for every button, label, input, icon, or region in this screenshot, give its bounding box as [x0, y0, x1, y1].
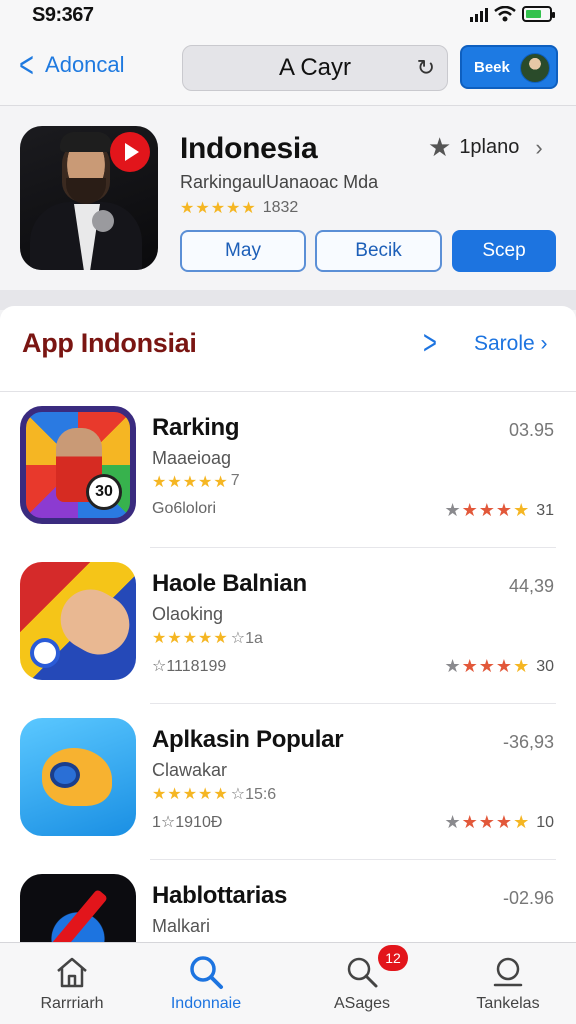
- profile-icon: [490, 953, 526, 991]
- tab-label: Indonnaie: [170, 995, 242, 1012]
- back-button[interactable]: < Adoncal: [16, 44, 125, 85]
- play-icon: [110, 132, 150, 172]
- nav-bar: < Adoncal A Cayr ↻ Beek: [0, 32, 576, 106]
- app-size: -36,93: [502, 732, 554, 752]
- app-score: ★★★★★ 30: [444, 656, 555, 676]
- app-size: -02.96: [502, 888, 554, 908]
- search-icon: [344, 953, 380, 991]
- app-score: ★★★★★ 31: [444, 500, 555, 520]
- app-icon: 30: [20, 406, 136, 524]
- rating-stars: ★★★★★: [180, 200, 257, 217]
- rating-count: 1832: [262, 199, 299, 216]
- chevron-left-icon: <: [19, 44, 34, 85]
- app-section: App Indonsiai > Sarole › 30 Rarking Maae…: [0, 306, 576, 946]
- battery-icon: [522, 6, 555, 22]
- featured-rank-label: 1plano: [459, 136, 520, 158]
- app-rating: ★★★★★ ☆15:6: [152, 786, 277, 803]
- tab-home[interactable]: Rarrriarh: [0, 943, 144, 1024]
- search-icon: [187, 953, 225, 991]
- app-size: 44,39: [508, 576, 554, 596]
- score-stars: ★★★★★: [444, 656, 531, 676]
- search-text: A Cayr: [278, 54, 352, 81]
- featured-app-title: Indonesia: [180, 132, 318, 165]
- featured-button-becik[interactable]: Becik: [315, 230, 442, 272]
- tab-label: Rarrriarh: [40, 995, 104, 1012]
- signal-icon: [470, 6, 488, 22]
- app-subtitle: Clawakar: [152, 760, 228, 780]
- app-name: Hablottarias: [152, 882, 288, 909]
- avatar: [520, 53, 550, 83]
- app-name: Haole Balnian: [152, 570, 307, 597]
- tab-search[interactable]: Indonnaie: [134, 943, 278, 1024]
- search-field[interactable]: A Cayr ↻: [182, 45, 448, 91]
- status-bar: S9:367: [0, 0, 576, 32]
- status-time: S9:367: [32, 4, 94, 26]
- app-name: Aplkasin Popular: [152, 726, 344, 753]
- section-title: App Indonsiai: [22, 328, 197, 358]
- app-meta: Go6lolori: [152, 500, 217, 517]
- app-meta: 1☆1910Đ: [152, 814, 223, 831]
- profile-button[interactable]: Beek: [460, 45, 558, 89]
- list-item[interactable]: Haole Balnian Olaoking ★★★★★ ☆1a ☆1118199…: [0, 548, 576, 704]
- featured-app-icon[interactable]: [20, 126, 158, 270]
- featured-app-rating: ★★★★★ 1832: [180, 198, 298, 218]
- app-rating: ★★★★★ 7: [152, 472, 240, 491]
- app-size: 03.95: [508, 420, 554, 440]
- star-icon: ★: [428, 132, 452, 162]
- app-name: Rarking: [152, 414, 240, 441]
- profile-label: Beek: [474, 58, 510, 76]
- featured-app-subtitle: RarkingaulUanaoac Mda: [180, 172, 379, 192]
- wifi-icon: [494, 6, 516, 22]
- tab-bar: Rarrriarh Indonnaie ASages 12 Tankelas: [0, 942, 576, 1024]
- app-subtitle: Olaoking: [152, 604, 224, 624]
- app-meta: ☆1118199: [152, 658, 227, 675]
- score-stars: ★★★★★: [444, 500, 531, 520]
- app-subtitle: Malkari: [152, 916, 211, 936]
- see-all-label: Sarole: [474, 332, 535, 355]
- featured-app-card: Indonesia RarkingaulUanaoac Mda ★★★★★ 18…: [0, 106, 576, 290]
- chevron-right-icon[interactable]: >: [423, 324, 437, 363]
- chevron-right-icon: ›: [535, 134, 543, 160]
- home-icon: [54, 953, 90, 991]
- featured-button-may[interactable]: May: [180, 230, 306, 272]
- app-icon: [20, 718, 136, 836]
- tab-profile[interactable]: Tankelas: [436, 943, 576, 1024]
- section-header: App Indonsiai > Sarole ›: [0, 306, 576, 392]
- back-label: Adoncal: [45, 52, 125, 77]
- list-item[interactable]: Hablottarias Malkari ★★★★★ -02.96: [0, 860, 576, 946]
- status-icons: [470, 6, 555, 22]
- list-item[interactable]: Aplkasin Popular Clawakar ★★★★★ ☆15:6 1☆1…: [0, 704, 576, 860]
- see-all-link[interactable]: Sarole ›: [474, 332, 548, 356]
- app-score: ★★★★★ 10: [444, 812, 555, 832]
- score-stars: ★★★★★: [444, 812, 531, 832]
- tab-label: Tankelas: [476, 995, 540, 1012]
- list-item[interactable]: 30 Rarking Maaeioag ★★★★★ 7 Go6lolori 03.…: [0, 392, 576, 548]
- refresh-icon[interactable]: ↻: [417, 55, 435, 81]
- app-icon: [20, 562, 136, 680]
- featured-button-scep[interactable]: Scep: [452, 230, 556, 272]
- app-icon: [20, 874, 136, 946]
- tab-updates[interactable]: ASages 12: [290, 943, 434, 1024]
- featured-rank-link[interactable]: ★ 1plano ›: [428, 132, 543, 163]
- notification-badge: 12: [378, 945, 408, 971]
- tab-label: ASages: [333, 995, 391, 1012]
- app-subtitle: Maaeioag: [152, 448, 232, 468]
- app-rating: ★★★★★ ☆1a: [152, 630, 263, 647]
